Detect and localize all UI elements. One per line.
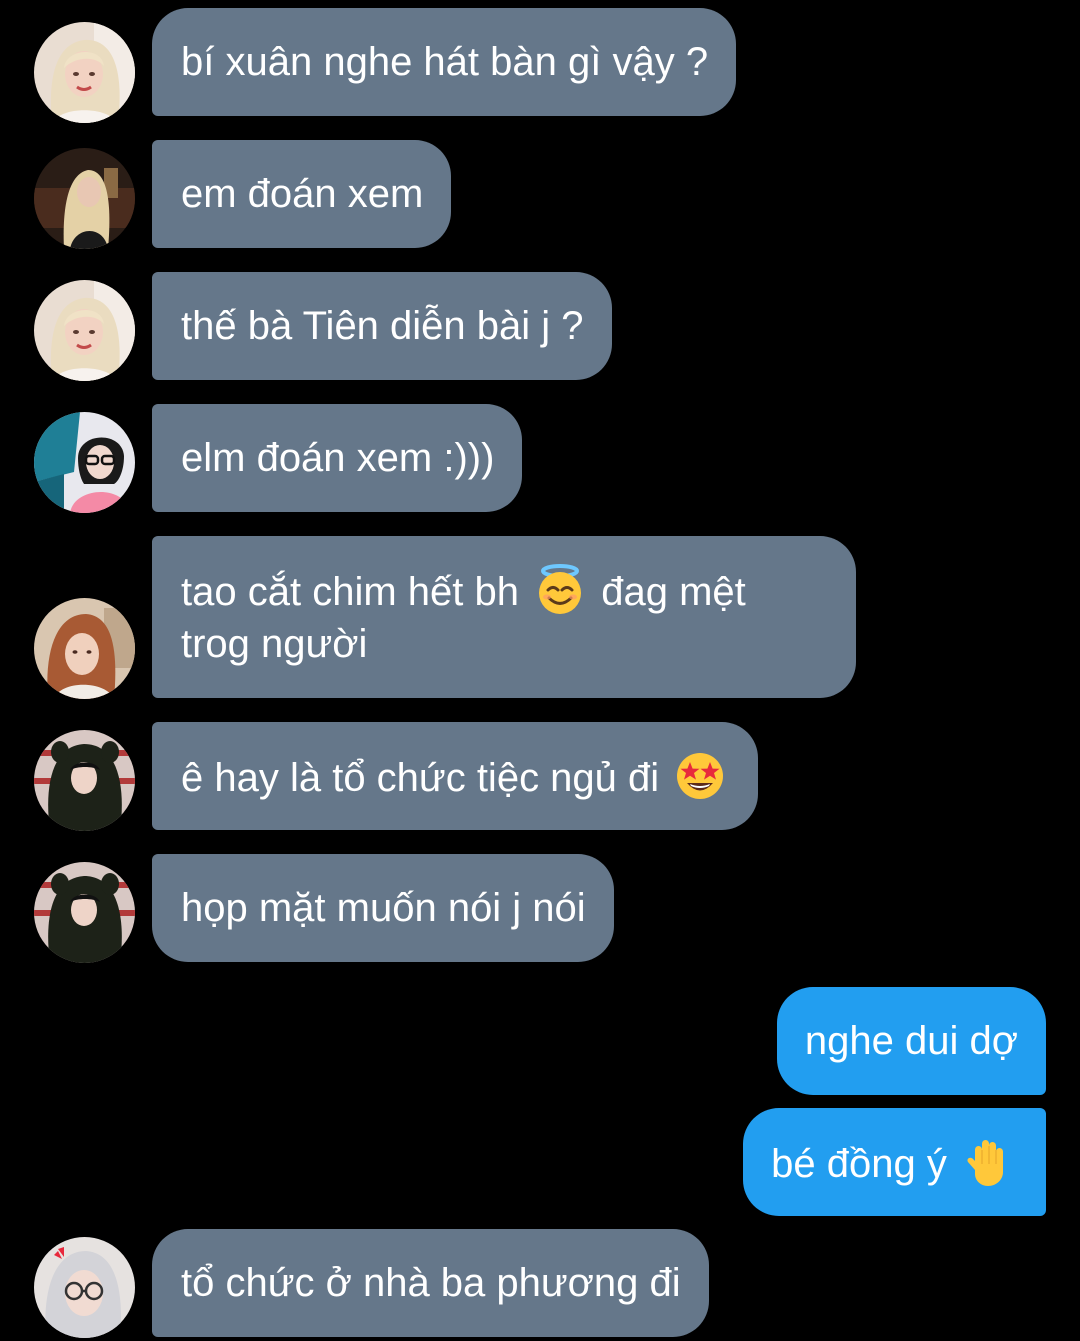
message-text: tổ chức ở nhà ba phương đi [181,1261,681,1305]
message-text: tao cắt chim hết bh [181,570,519,614]
message-bubble-outgoing[interactable]: nghe dui dợ [776,987,1046,1095]
message-text: ê hay là tổ chức tiệc ngủ đi [181,756,660,800]
avatar-blonde-icon [34,22,135,123]
avatar[interactable] [34,22,135,123]
avatar[interactable] [34,412,135,513]
message-text: nghe dui dợ [804,1019,1018,1063]
star-struck-icon [674,750,726,802]
message-row: ê hay là tổ chức tiệc ngủ đi [0,722,1080,831]
message-text: elm đoán xem :))) [181,436,495,480]
smiling-face-with-halo-icon [534,564,586,616]
avatar-silver-hair-icon [34,1237,135,1338]
message-text: bé đồng ý [771,1142,947,1186]
avatar-hood-icon [34,862,135,963]
message-row: bí xuân nghe hát bàn gì vậy ? [0,8,1080,123]
message-text: họp mặt muốn nói j nói [181,886,586,930]
message-bubble[interactable]: tổ chức ở nhà ba phương đi [152,1229,709,1337]
message-row: tổ chức ở nhà ba phương đi [0,1229,1080,1338]
message-row: em đoán xem [0,140,1080,249]
avatar-glasses-icon [34,412,135,513]
message-text: trog người [181,622,368,666]
avatar[interactable] [34,1237,135,1338]
message-bubble[interactable]: bí xuân nghe hát bàn gì vậy ? [152,8,737,116]
message-bubble-outgoing[interactable]: bé đồng ý [743,1108,1046,1216]
message-row: họp mặt muốn nói j nói [0,854,1080,963]
message-bubble[interactable]: em đoán xem [152,140,452,248]
message-text: đag mệt [601,570,746,614]
avatar-hood-icon [34,730,135,831]
message-text: bí xuân nghe hát bàn gì vậy ? [181,40,709,84]
avatar-redhair-icon [34,598,135,699]
message-text: thế bà Tiên diễn bài j ? [181,304,584,348]
message-row: thế bà Tiên diễn bài j ? [0,272,1080,381]
avatar[interactable] [34,598,135,699]
message-bubble[interactable]: elm đoán xem :))) [152,404,523,512]
avatar[interactable] [34,730,135,831]
avatar-dark-room-icon [34,148,135,249]
raised-hand-icon [962,1136,1014,1188]
message-text: em đoán xem [181,172,424,216]
chat-thread[interactable]: bí xuân nghe hát bàn gì vậy ? em đoán xe… [0,0,1080,1341]
message-row: nghe dui dợ [0,987,1080,1095]
message-row: bé đồng ý [0,1108,1080,1216]
message-bubble[interactable]: họp mặt muốn nói j nói [152,854,614,962]
message-row: tao cắt chim hết bh đag mệt trog người [0,536,1080,699]
avatar[interactable] [34,148,135,249]
message-bubble[interactable]: ê hay là tổ chức tiệc ngủ đi [152,722,759,830]
message-bubble[interactable]: tao cắt chim hết bh đag mệt trog người [152,536,856,698]
message-bubble[interactable]: thế bà Tiên diễn bài j ? [152,272,612,380]
message-row: elm đoán xem :))) [0,404,1080,513]
avatar[interactable] [34,280,135,381]
avatar[interactable] [34,862,135,963]
avatar-blonde-icon [34,280,135,381]
